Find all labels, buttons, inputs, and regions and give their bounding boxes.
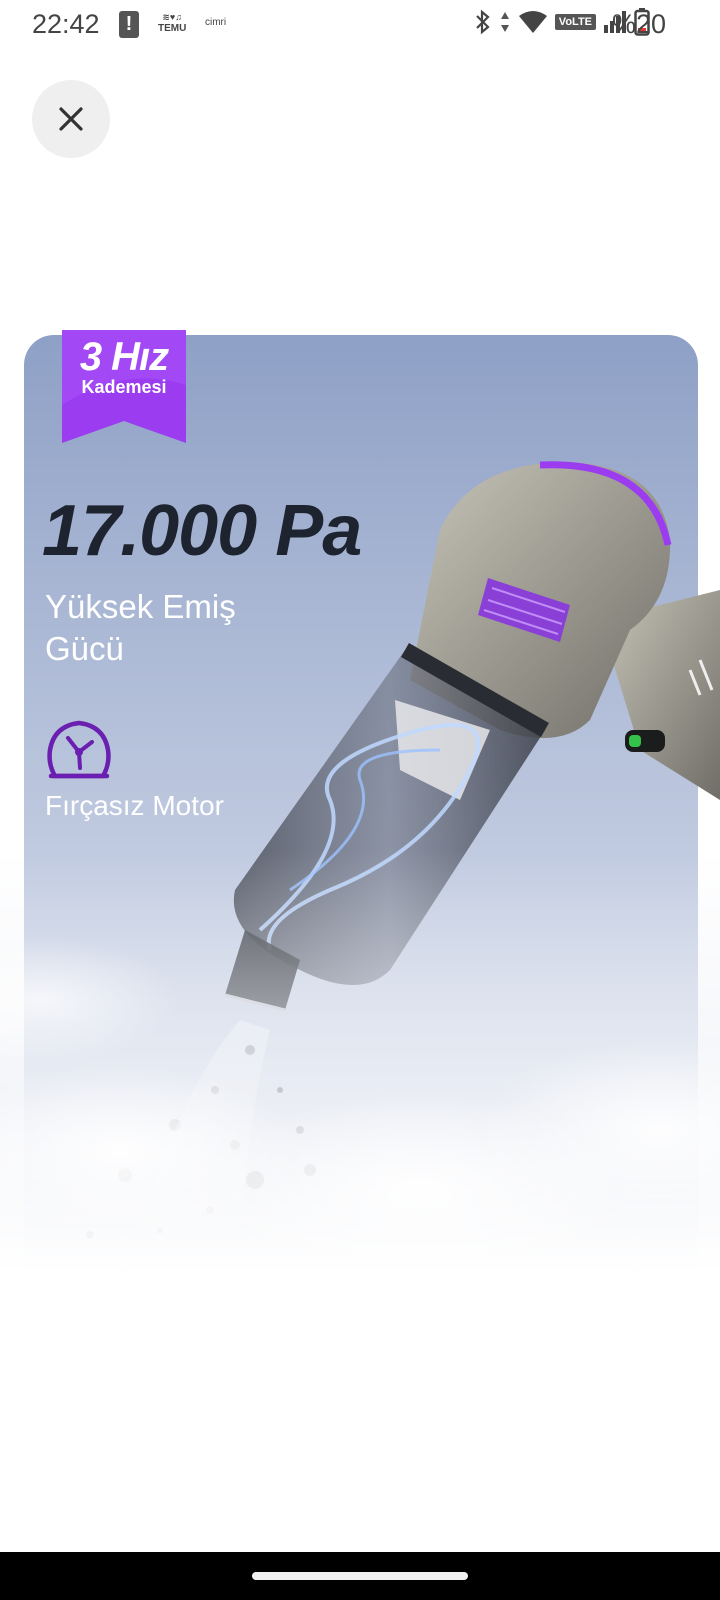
wifi-icon xyxy=(518,11,547,33)
badge-title: 3 Hız xyxy=(79,335,169,379)
data-arrows-icon xyxy=(500,12,509,32)
temu-notification-icon: ≋♥♫ TEMU xyxy=(158,12,187,34)
product-image[interactable]: 3 Hız Kademesi 17.000 Pa Yüksek Emiş Güc… xyxy=(0,330,720,1274)
cloud-background xyxy=(0,850,720,1274)
cimri-notification-icon: cimri xyxy=(205,17,227,28)
close-button[interactable] xyxy=(32,80,110,158)
suction-power-headline: 17.000 Pa xyxy=(42,491,362,571)
speed-levels-badge: 3 Hız Kademesi xyxy=(62,330,186,449)
home-gesture-handle[interactable] xyxy=(252,1572,468,1580)
badge-subtitle: Kademesi xyxy=(81,377,167,397)
bluetooth-icon xyxy=(476,9,490,35)
battery-percent: %20 xyxy=(612,9,667,39)
feature-suction-label: Yüksek Emiş Gücü xyxy=(45,588,236,667)
status-bar: 22:42 ! ≋♥♫ TEMU cimri VoLTE %20 xyxy=(0,0,720,50)
status-time: 22:42 xyxy=(32,9,100,39)
volte-badge: VoLTE xyxy=(554,14,596,30)
motor-icon xyxy=(47,720,111,779)
close-icon xyxy=(59,107,83,131)
exclamation-icon: ! xyxy=(119,11,139,38)
feature-motor-label: Fırçasız Motor xyxy=(45,790,224,821)
